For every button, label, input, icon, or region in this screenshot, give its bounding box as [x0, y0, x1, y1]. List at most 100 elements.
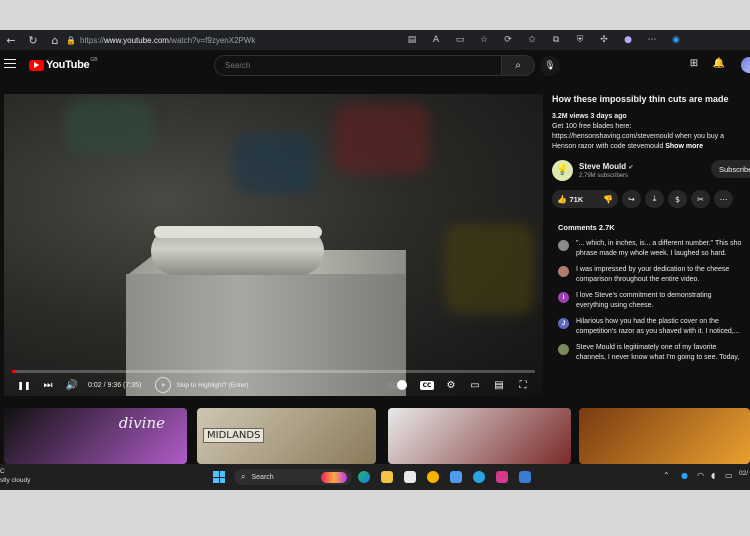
comment-text: Hilarious how you had the plastic cover … — [576, 317, 750, 336]
recommendation-thumbnail[interactable] — [579, 408, 750, 464]
taskbar-search-icon: ⌕ — [241, 472, 246, 481]
thanks-icon[interactable]: $ — [668, 190, 687, 208]
youtube-logo[interactable]: YouTube GB — [29, 57, 98, 71]
volume-tray-icon[interactable]: ◖ — [711, 471, 715, 480]
collections-icon[interactable]: ⧉ — [544, 35, 568, 45]
description-line: Get 100 free blades here: — [552, 123, 632, 130]
app-icon[interactable] — [496, 471, 508, 483]
comment[interactable]: J Hilarious how you had the plastic cover… — [558, 317, 750, 339]
recommendation-thumbnail[interactable] — [388, 408, 571, 464]
comment-line: Hilarious how you had the plastic cover … — [576, 318, 719, 325]
comment-line: Steve Mould is legitimately one of my fa… — [576, 344, 717, 351]
comment-line: I love Steve's commitment to demonstrati… — [576, 292, 712, 299]
favorites-bar-icon[interactable]: ✩ — [520, 35, 544, 45]
tray-chevron-icon[interactable]: ⌃ — [663, 471, 670, 480]
comment-avatar[interactable] — [558, 266, 569, 277]
browser-toolbar: ← ↻ ⌂ 🔒 https:// www.youtube.com /watch?… — [0, 30, 750, 50]
chrome-icon[interactable] — [427, 471, 439, 483]
comment[interactable]: I was impressed by your dedication to th… — [558, 265, 750, 287]
search-highlight-icon — [321, 471, 347, 483]
taskbar-search[interactable]: ⌕ Search — [234, 469, 352, 485]
comment[interactable]: "... which, in inches, is... a different… — [558, 239, 750, 261]
search-button[interactable]: ⌕ — [502, 55, 535, 76]
volume-icon[interactable]: 🔊 — [60, 376, 84, 394]
like-button[interactable]: 👍 71K — [557, 195, 583, 204]
channel-name[interactable]: Steve Mould ✔ — [579, 162, 633, 171]
battery-icon[interactable]: ▭ — [725, 471, 733, 480]
shield-icon[interactable]: ⛨ — [568, 35, 592, 45]
back-icon[interactable]: ← — [0, 30, 22, 50]
clip-icon[interactable]: ✂ — [691, 190, 710, 208]
cast-icon[interactable]: ▤ — [487, 376, 511, 394]
profile-icon[interactable]: ● — [616, 35, 640, 45]
voice-search-button[interactable]: 🎙 — [540, 56, 560, 76]
youtube-play-icon — [29, 59, 44, 71]
weather-widget[interactable]: C stly cloudy — [0, 467, 30, 485]
copilot-icon[interactable]: ◉ — [664, 35, 688, 45]
home-icon[interactable]: ⌂ — [44, 30, 66, 50]
read-aloud-icon[interactable]: A — [424, 35, 448, 45]
wifi-icon[interactable]: ◠ — [697, 471, 704, 480]
skip-highlight-icon[interactable]: » — [155, 377, 172, 393]
account-avatar[interactable] — [741, 57, 750, 73]
edge-icon[interactable] — [358, 471, 370, 483]
favorite-icon[interactable]: ☆ — [472, 35, 496, 45]
video-player[interactable]: ❚❚ ⏭ 🔊 0:02 / 9:36 (7:35) » Skip to High… — [4, 94, 543, 396]
recommendation-thumbnail[interactable]: divine — [4, 408, 187, 464]
like-dislike-pill: 👍 71K 👎 — [552, 190, 618, 208]
file-explorer-icon[interactable] — [381, 471, 393, 483]
comment[interactable]: I I love Steve's commitment to demonstrat… — [558, 291, 750, 313]
comment[interactable]: Steve Mould is legitimately one of my fa… — [558, 343, 750, 365]
comment-avatar[interactable] — [558, 240, 569, 251]
comment-text: Steve Mould is legitimately one of my fa… — [576, 343, 750, 362]
captions-button[interactable]: CC — [415, 376, 439, 394]
comment-avatar[interactable]: J — [558, 318, 569, 329]
search-input[interactable]: Search — [214, 55, 502, 76]
mail-icon[interactable] — [450, 471, 462, 483]
notifications-icon[interactable]: 🔔 — [711, 58, 727, 74]
theater-mode-icon[interactable]: ▭ — [463, 376, 487, 394]
comments-header[interactable]: Comments 2.7K — [558, 223, 615, 232]
subscriber-count: 2.79M subscribers — [579, 173, 629, 179]
channel-avatar[interactable]: 💡 — [552, 160, 573, 181]
autoplay-toggle[interactable] — [387, 379, 407, 390]
recommendation-thumbnail[interactable]: MIDLANDS — [197, 408, 376, 464]
extension-icons: ⟳ ✩ ⧉ ⛨ ✣ ● ⋯ ◉ — [496, 30, 688, 50]
teams-icon[interactable] — [519, 471, 531, 483]
reload-icon[interactable]: ↻ — [22, 30, 44, 50]
comment-avatar[interactable] — [558, 344, 569, 355]
comment-avatar[interactable]: I — [558, 292, 569, 303]
verified-icon: ✔ — [628, 165, 634, 171]
clock[interactable]: 02/ — [739, 469, 748, 478]
url-path: /watch?v=f9zyenX2PWk — [168, 35, 256, 45]
skip-highlight-label[interactable]: Skip to Highlight? (Enter) — [176, 382, 248, 389]
comment-text: I love Steve's commitment to demonstrati… — [576, 291, 750, 310]
store-icon[interactable] — [404, 471, 416, 483]
progress-bar[interactable] — [12, 370, 535, 373]
hamburger-menu-icon[interactable] — [4, 59, 16, 69]
next-icon[interactable]: ⏭ — [36, 376, 60, 394]
player-controls: ❚❚ ⏭ 🔊 0:02 / 9:36 (7:35) » Skip to High… — [12, 376, 535, 394]
cc-label: CC — [419, 380, 435, 390]
fullscreen-icon[interactable]: ⛶ — [511, 376, 535, 394]
reader-icon[interactable]: ▤ — [400, 35, 424, 45]
dislike-icon[interactable]: 👎 — [603, 195, 613, 204]
settings-icon[interactable]: ⚙ — [439, 376, 463, 394]
extension-icon[interactable]: ⟳ — [496, 35, 520, 45]
download-icon[interactable]: ⤓ — [645, 190, 664, 208]
pause-icon[interactable]: ❚❚ — [12, 376, 36, 394]
start-icon[interactable] — [213, 471, 225, 483]
show-more-button[interactable]: Show more — [665, 143, 703, 150]
share-icon[interactable]: ↪ — [622, 190, 641, 208]
tray-app-icon[interactable]: ● — [681, 471, 688, 480]
video-description[interactable]: 3.2M views 3 days ago Get 100 free blade… — [552, 112, 750, 152]
app-icon[interactable]: ▭ — [448, 35, 472, 45]
comment-line: channels, I never know what I'm going to… — [576, 353, 740, 361]
more-icon[interactable]: ⋯ — [640, 35, 664, 45]
puzzle-icon[interactable]: ✣ — [592, 35, 616, 45]
telegram-icon[interactable] — [473, 471, 485, 483]
subscribe-button[interactable]: Subscribe — [711, 160, 750, 178]
more-actions-icon[interactable]: ⋯ — [714, 190, 733, 208]
create-icon[interactable]: ⊞ — [686, 58, 702, 74]
progress-fill — [12, 370, 15, 373]
